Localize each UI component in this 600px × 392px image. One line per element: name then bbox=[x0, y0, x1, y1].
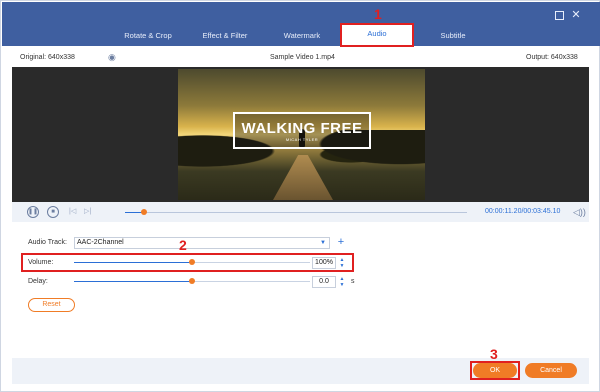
delay-unit: s bbox=[351, 278, 355, 285]
playback-track[interactable] bbox=[125, 209, 467, 215]
add-audio-track-button[interactable]: + bbox=[335, 237, 347, 249]
previous-icon[interactable]: |◁ bbox=[69, 207, 76, 215]
annotation-number-2: 2 bbox=[179, 237, 187, 253]
delay-label: Delay: bbox=[28, 278, 48, 285]
original-resolution: Original: 640x338 bbox=[20, 54, 75, 61]
output-resolution: Output: 640x338 bbox=[526, 54, 578, 61]
playback-bar: ❚❚ ■ |◁ ▷| 00:00:11.20/00:03:45.10 ◁)) bbox=[12, 202, 589, 222]
info-strip: Original: 640x338 ◉ Sample Video 1.mp4 O… bbox=[12, 49, 589, 67]
delay-slider[interactable] bbox=[74, 278, 310, 284]
playback-time: 00:00:11.20/00:03:45.10 bbox=[485, 208, 561, 215]
preview-toggle-icon[interactable]: ◉ bbox=[108, 52, 116, 63]
next-icon[interactable]: ▷| bbox=[84, 207, 91, 215]
video-filename: Sample Video 1.mp4 bbox=[270, 54, 335, 61]
tab-subtitle[interactable]: Subtitle bbox=[422, 28, 484, 44]
annotation-number-3: 3 bbox=[490, 346, 498, 362]
maximize-icon[interactable] bbox=[555, 11, 564, 20]
video-title: WALKING FREE bbox=[241, 120, 363, 137]
pause-icon[interactable]: ❚❚ bbox=[27, 206, 39, 218]
close-icon[interactable]: ✕ bbox=[570, 9, 582, 21]
delay-value-field[interactable]: 0.0 bbox=[312, 276, 336, 288]
annotation-number-1: 1 bbox=[374, 6, 382, 22]
cancel-button[interactable]: Cancel bbox=[525, 363, 577, 378]
annotation-box-audio-tab bbox=[340, 23, 414, 47]
audio-track-select[interactable]: AAC-2Channel ▼ bbox=[74, 237, 330, 249]
audio-editor-window: ✕ Rotate & Crop Effect & Filter Watermar… bbox=[0, 0, 600, 392]
reset-button[interactable]: Reset bbox=[28, 298, 75, 312]
audio-track-value: AAC-2Channel bbox=[77, 239, 124, 246]
tab-rotate-crop[interactable]: Rotate & Crop bbox=[114, 28, 182, 44]
video-title-overlay: WALKING FREE MICAH TYLER bbox=[233, 112, 371, 149]
tab-effect-filter[interactable]: Effect & Filter bbox=[191, 28, 259, 44]
delay-slider-fill bbox=[74, 281, 192, 282]
chevron-down-icon: ▼ bbox=[320, 240, 326, 246]
volume-icon[interactable]: ◁)) bbox=[573, 207, 586, 218]
delay-stepper[interactable]: ▲ ▼ bbox=[338, 276, 346, 288]
annotation-box-volume bbox=[21, 253, 354, 272]
stepper-down-icon[interactable]: ▼ bbox=[338, 282, 346, 288]
tab-watermark[interactable]: Watermark bbox=[271, 28, 333, 44]
audio-track-label: Audio Track: bbox=[28, 239, 67, 246]
delay-slider-thumb[interactable] bbox=[189, 278, 195, 284]
annotation-box-ok bbox=[470, 361, 520, 380]
playback-thumb[interactable] bbox=[140, 209, 147, 215]
video-subtitle: MICAH TYLER bbox=[285, 137, 319, 142]
stop-icon[interactable]: ■ bbox=[47, 206, 59, 218]
